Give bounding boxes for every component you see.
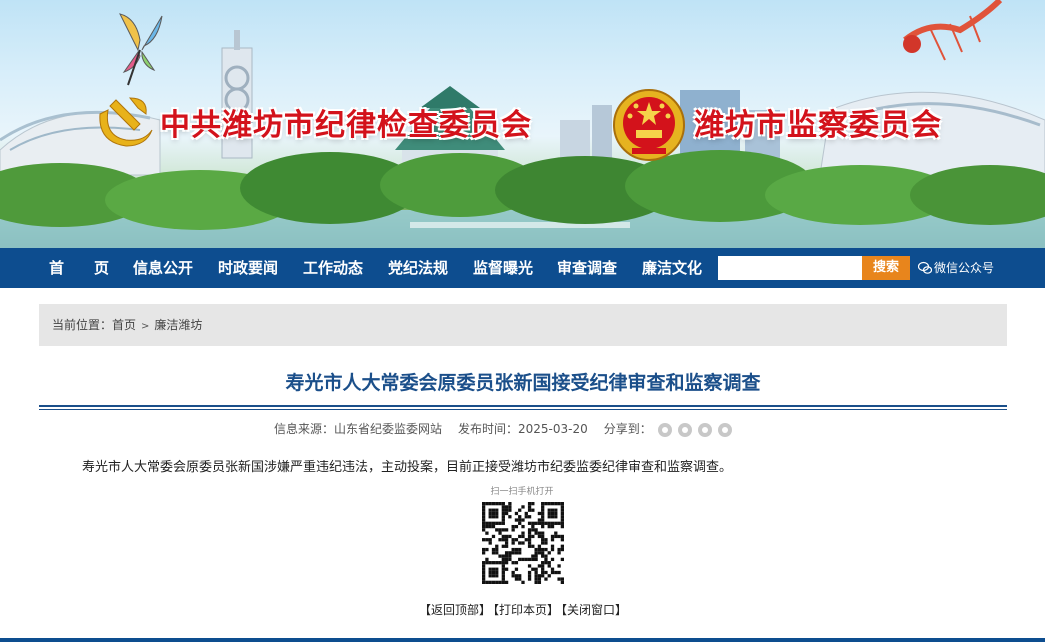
qr-code-icon xyxy=(482,502,564,584)
breadcrumb-separator: > xyxy=(141,321,150,332)
site-title-left: 中共潍坊市纪律检查委员会 xyxy=(160,108,532,143)
title-divider xyxy=(39,405,1007,407)
wechat-icon xyxy=(917,261,933,274)
breadcrumb: 当前位置：首页 > 廉洁潍坊 xyxy=(39,304,1007,346)
article-title: 寿光市人大常委会原委员张新国接受纪律审查和监察调查 xyxy=(285,372,761,394)
footer-links: 【返回顶部】 【打印本页】 【关闭窗口】 xyxy=(39,601,1007,618)
wechat-share-icon[interactable] xyxy=(657,422,672,437)
wechat-account-link[interactable]: 微信公众号 xyxy=(917,248,995,288)
nav-item-investigation[interactable]: 审查调查 xyxy=(557,248,617,288)
back-to-top-link[interactable]: 【返回顶部】 xyxy=(419,603,491,617)
print-page-link[interactable]: 【打印本页】 xyxy=(493,603,559,617)
share-label: 分享到： xyxy=(603,422,652,436)
search-input[interactable] xyxy=(718,256,862,280)
qr-caption: 扫一扫手机打开 xyxy=(490,487,554,497)
nav-item-home[interactable]: 首 页 xyxy=(49,248,109,288)
article-body: 寿光市人大常委会原委员张新国涉嫌严重违纪违法，主动投案，目前正接受潍坊市纪委监委… xyxy=(82,460,733,475)
site-title-right: 潍坊市监察委员会 xyxy=(694,108,942,143)
article-source: 信息来源：山东省纪委监委网站 xyxy=(274,422,443,436)
share-icons xyxy=(657,421,738,439)
breadcrumb-prefix: 当前位置： xyxy=(52,318,113,332)
national-emblem-icon xyxy=(613,89,685,161)
article-meta: 信息来源：山东省纪委监委网站 发布时间：2025-03-20 分享到： xyxy=(274,420,738,438)
nav-item-current-affairs[interactable]: 时政要闻 xyxy=(218,248,278,288)
breadcrumb-current-link[interactable]: 廉洁潍坊 xyxy=(154,318,202,332)
wechat-label: 微信公众号 xyxy=(934,261,995,275)
weibo-share-icon[interactable] xyxy=(677,422,692,437)
nav-item-work-news[interactable]: 工作动态 xyxy=(303,248,363,288)
close-window-link[interactable]: 【关闭窗口】 xyxy=(561,603,627,617)
search-button[interactable]: 搜索 xyxy=(862,256,910,280)
nav-item-integrity-culture[interactable]: 廉洁文化 xyxy=(642,248,702,288)
breadcrumb-home-link[interactable]: 首页 xyxy=(112,318,136,332)
title-divider-thin xyxy=(39,409,1007,410)
header-banner: 中共潍坊市纪律检查委员会 潍坊市监察委员会 xyxy=(0,0,1045,248)
bottom-rule xyxy=(0,638,1045,642)
qq-share-icon[interactable] xyxy=(697,422,712,437)
nav-item-party-regulations[interactable]: 党纪法规 xyxy=(388,248,448,288)
qzone-share-icon[interactable] xyxy=(717,422,732,437)
party-emblem-icon xyxy=(99,97,153,147)
article-publish-time: 发布时间：2025-03-20 xyxy=(458,422,588,436)
nav-item-info-disclosure[interactable]: 信息公开 xyxy=(133,248,193,288)
nav-item-supervision-exposure[interactable]: 监督曝光 xyxy=(473,248,533,288)
